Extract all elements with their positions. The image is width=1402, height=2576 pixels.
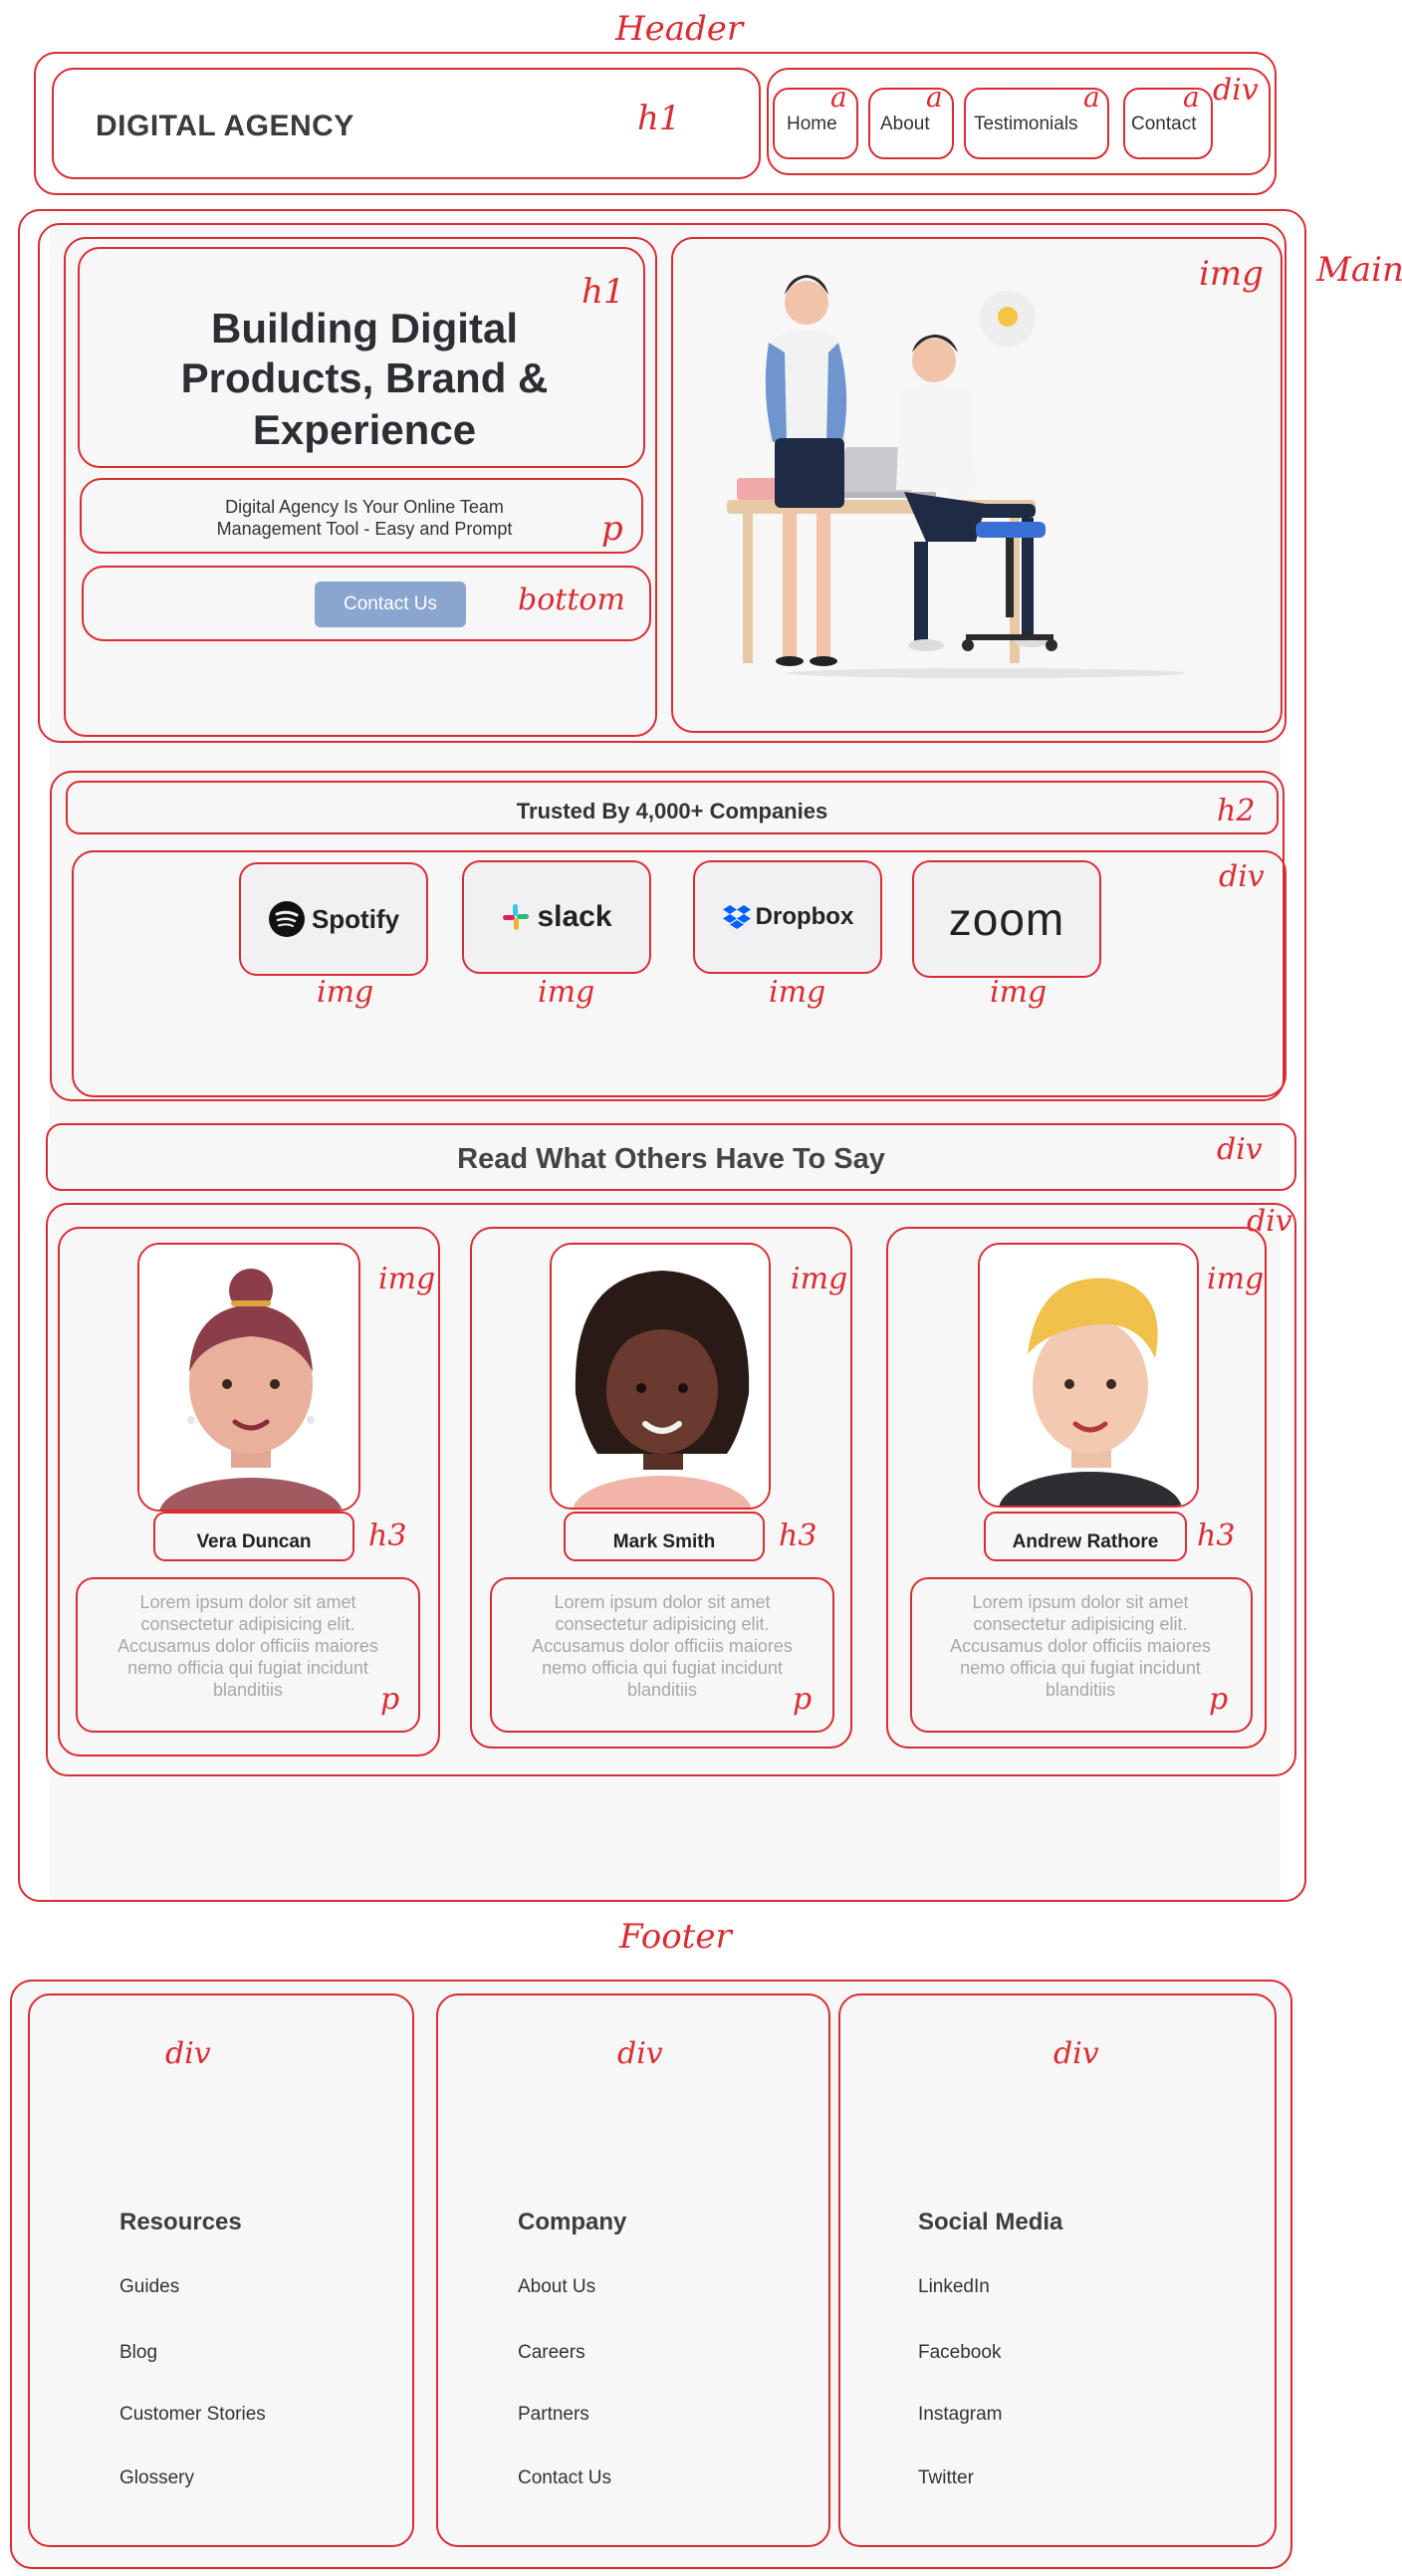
p-annotation-card-1: p bbox=[380, 1682, 400, 1717]
img-annotation-spotify: img bbox=[317, 975, 374, 1010]
footer-link-twitter[interactable]: Twitter bbox=[918, 2467, 974, 2489]
hero-subtitle-line-2: Management Tool - Easy and Prompt bbox=[216, 519, 513, 539]
avatar-andrew-icon bbox=[980, 1245, 1197, 1506]
footer-heading-social-media: Social Media bbox=[918, 2209, 1063, 2235]
quote-line-3-card-1: Accusamus dolor officiis maiores bbox=[117, 1636, 378, 1656]
footer-column-social bbox=[838, 1993, 1277, 2547]
testimonials-heading: Read What Others Have To Say bbox=[457, 1143, 885, 1175]
slack-logo: slack bbox=[462, 860, 651, 974]
hero-subtitle-line-1: Digital Agency Is Your Online Team bbox=[225, 497, 504, 517]
avatar-vera-duncan bbox=[137, 1243, 360, 1512]
quote-line-5-card-3: blanditiis bbox=[1045, 1680, 1116, 1700]
footer-link-customer-stories[interactable]: Customer Stories bbox=[119, 2404, 266, 2426]
quote-line-5-card-2: blanditiis bbox=[626, 1680, 698, 1700]
zoom-logo: zoom bbox=[912, 860, 1101, 978]
quote-line-4-card-1: nemo officia qui fugiat incidunt bbox=[127, 1658, 368, 1678]
img-annotation-card-2: img bbox=[791, 1262, 848, 1296]
slack-icon bbox=[503, 904, 530, 930]
footer-column-company bbox=[436, 1993, 830, 2547]
p-annotation-hero: p bbox=[601, 509, 623, 549]
a-annotation-home: a bbox=[830, 81, 847, 114]
h3-annotation-card-3: h3 bbox=[1197, 1519, 1236, 1553]
dropbox-icon bbox=[722, 905, 751, 929]
header-annotation: Header bbox=[615, 9, 744, 49]
avatar-vera-icon bbox=[139, 1245, 358, 1510]
div-annotation-footer-2: div bbox=[617, 2036, 663, 2071]
div-annotation-footer-3: div bbox=[1053, 2036, 1099, 2071]
dropbox-wordmark: Dropbox bbox=[755, 903, 854, 930]
quote-line-4-card-2: nemo officia qui fugiat incidunt bbox=[542, 1658, 783, 1678]
nav-contact-link[interactable]: Contact bbox=[1131, 114, 1196, 135]
avatar-mark-icon bbox=[552, 1245, 769, 1508]
hero-title-line-3: Experience bbox=[252, 406, 477, 453]
brand-title: DIGITAL AGENCY bbox=[96, 110, 354, 142]
p-annotation-card-2: p bbox=[793, 1682, 813, 1717]
div-annotation-footer-1: div bbox=[165, 2036, 211, 2071]
div-annotation-nav: div bbox=[1213, 73, 1259, 108]
slack-wordmark: slack bbox=[537, 900, 612, 933]
name-vera-duncan: Vera Duncan bbox=[196, 1531, 312, 1552]
img-annotation-dropbox: img bbox=[769, 975, 826, 1010]
quote-line-1-card-1: Lorem ipsum dolor sit amet bbox=[139, 1592, 356, 1612]
zoom-wordmark: zoom bbox=[948, 893, 1065, 945]
footer-link-partners[interactable]: Partners bbox=[518, 2404, 589, 2426]
img-annotation-card-1: img bbox=[378, 1262, 436, 1296]
contact-us-button[interactable]: Contact Us bbox=[315, 582, 466, 627]
spotify-logo: Spotify bbox=[239, 862, 428, 976]
footer-heading-resources: Resources bbox=[119, 2209, 242, 2235]
div-annotation-logos: div bbox=[1219, 859, 1265, 894]
div-annotation-testimonials-heading: div bbox=[1217, 1132, 1263, 1167]
quote-line-5-card-1: blanditiis bbox=[212, 1680, 284, 1700]
footer-link-linkedin[interactable]: LinkedIn bbox=[918, 2276, 990, 2298]
name-andrew-rathore: Andrew Rathore bbox=[1012, 1531, 1159, 1552]
footer-link-contact-us[interactable]: Contact Us bbox=[518, 2467, 611, 2489]
spotify-icon bbox=[268, 901, 305, 937]
h1-annotation: h1 bbox=[637, 99, 681, 138]
trusted-heading: Trusted By 4,000+ Companies bbox=[516, 799, 828, 823]
name-mark-smith: Mark Smith bbox=[612, 1531, 716, 1552]
footer-link-about-us[interactable]: About Us bbox=[518, 2276, 595, 2298]
quote-line-4-card-3: nemo officia qui fugiat incidunt bbox=[960, 1658, 1201, 1678]
img-annotation-card-3: img bbox=[1207, 1262, 1265, 1296]
nav-home-link[interactable]: Home bbox=[787, 114, 837, 135]
nav-testimonials-link[interactable]: Testimonials bbox=[974, 114, 1078, 135]
quote-line-1-card-2: Lorem ipsum dolor sit amet bbox=[554, 1592, 771, 1612]
dropbox-logo: Dropbox bbox=[693, 860, 882, 974]
avatar-andrew-rathore bbox=[978, 1243, 1199, 1508]
footer-link-facebook[interactable]: Facebook bbox=[918, 2342, 1001, 2364]
a-annotation-testimonials: a bbox=[1083, 81, 1100, 114]
footer-link-guides[interactable]: Guides bbox=[119, 2276, 179, 2298]
hero-title-line-1: Building Digital bbox=[211, 305, 518, 351]
footer-link-blog[interactable]: Blog bbox=[119, 2342, 157, 2364]
img-annotation-zoom: img bbox=[990, 975, 1048, 1010]
footer-heading-company: Company bbox=[518, 2209, 627, 2235]
nav-about-link[interactable]: About bbox=[880, 114, 930, 135]
footer-link-instagram[interactable]: Instagram bbox=[918, 2404, 1002, 2426]
p-annotation-card-3: p bbox=[1209, 1682, 1229, 1717]
hero-title-line-2: Products, Brand & bbox=[180, 354, 549, 401]
h2-annotation: h2 bbox=[1217, 794, 1256, 828]
a-annotation-contact: a bbox=[1183, 81, 1200, 114]
img-annotation-slack: img bbox=[538, 975, 595, 1010]
quote-line-2-card-2: consectetur adipisicing elit. bbox=[555, 1614, 770, 1634]
quote-line-3-card-2: Accusamus dolor officiis maiores bbox=[532, 1636, 793, 1656]
bottom-annotation: bottom bbox=[518, 583, 625, 617]
quote-line-3-card-3: Accusamus dolor officiis maiores bbox=[950, 1636, 1211, 1656]
quote-line-1-card-3: Lorem ipsum dolor sit amet bbox=[972, 1592, 1189, 1612]
h3-annotation-card-1: h3 bbox=[368, 1519, 407, 1553]
footer-link-careers[interactable]: Careers bbox=[518, 2342, 585, 2364]
quote-line-2-card-1: consectetur adipisicing elit. bbox=[140, 1614, 355, 1634]
h3-annotation-card-2: h3 bbox=[779, 1519, 818, 1553]
spotify-wordmark: Spotify bbox=[311, 903, 400, 934]
footer-annotation: Footer bbox=[619, 1917, 732, 1957]
footer-column-resources bbox=[28, 1993, 414, 2547]
quote-line-2-card-3: consectetur adipisicing elit. bbox=[973, 1614, 1188, 1634]
a-annotation-about: a bbox=[926, 81, 943, 114]
footer-link-glossery[interactable]: Glossery bbox=[119, 2467, 194, 2489]
office-teamwork-illustration bbox=[727, 275, 1185, 678]
avatar-mark-smith bbox=[550, 1243, 771, 1510]
main-annotation: Main bbox=[1316, 250, 1402, 290]
